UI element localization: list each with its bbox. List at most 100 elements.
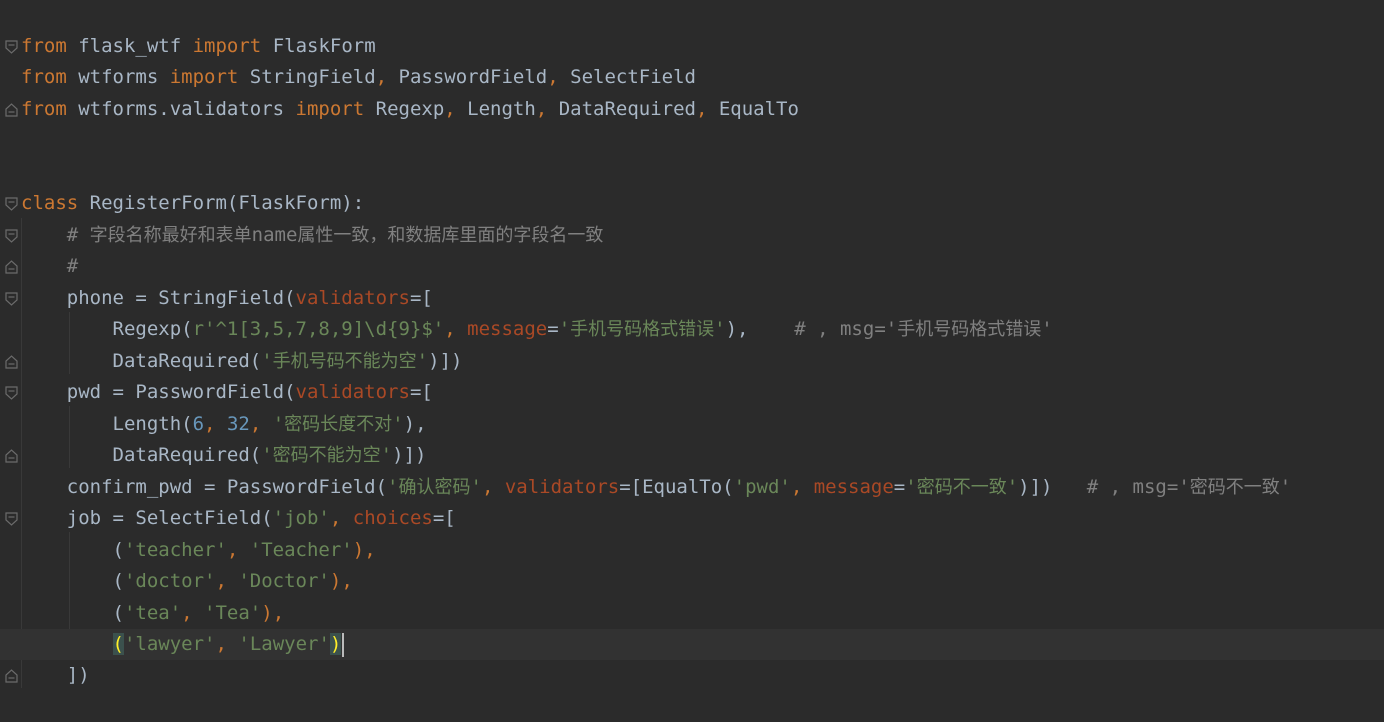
- matched-paren: (: [112, 633, 124, 655]
- code-line[interactable]: Regexp(r'^1[3,5,7,8,9]\d{9}$', message='…: [0, 314, 1384, 345]
- trailing-comma: ),: [352, 539, 376, 561]
- number: 6: [192, 413, 205, 435]
- code-line[interactable]: DataRequired('手机号码不能为空')]): [0, 346, 1384, 377]
- code-text: phone = StringField(: [21, 287, 296, 309]
- code-text: =[: [409, 381, 433, 403]
- code-text: )]): [392, 444, 427, 466]
- comma: ,: [215, 633, 239, 655]
- comma: ,: [444, 318, 468, 340]
- comment: 属性一致，和数据库里面的字段名一致: [297, 225, 604, 246]
- code-text: PasswordField: [387, 66, 548, 88]
- code-line[interactable]: job = SelectField('job', choices=[: [0, 503, 1384, 534]
- code-line[interactable]: ]): [0, 660, 1384, 691]
- string: ': [261, 350, 273, 372]
- comment: ': [1279, 476, 1292, 498]
- code-line[interactable]: pwd = PasswordField(validators=[: [0, 377, 1384, 408]
- code-line[interactable]: ('doctor', 'Doctor'),: [0, 566, 1384, 597]
- keyword: import: [192, 35, 262, 57]
- code-line[interactable]: class RegisterForm(FlaskForm):: [0, 188, 1384, 219]
- text-caret: [342, 632, 345, 657]
- comma: ,: [547, 66, 559, 88]
- string: 'Lawyer': [238, 633, 330, 655]
- comment: #: [21, 224, 90, 246]
- parameter: message: [813, 476, 894, 498]
- code-line[interactable]: ('tea', 'Tea'),: [0, 598, 1384, 629]
- current-code-line[interactable]: ('lawyer', 'Lawyer'): [0, 629, 1384, 660]
- parameter: validators: [295, 287, 410, 309]
- comma: ,: [444, 98, 456, 120]
- comma: ,: [215, 570, 239, 592]
- code-text: FlaskForm: [261, 35, 376, 57]
- code-line[interactable]: DataRequired('密码不能为空')]): [0, 440, 1384, 471]
- comma: ,: [226, 539, 250, 561]
- parameter: validators: [295, 381, 410, 403]
- code-text: ),: [403, 413, 427, 435]
- comma: ,: [249, 413, 273, 435]
- code-line[interactable]: from wtforms.validators import Regexp, L…: [0, 94, 1384, 125]
- string: 密码不能为空: [272, 445, 381, 466]
- matched-paren: ): [329, 633, 342, 655]
- code-text: Length(: [21, 413, 193, 435]
- code-text: Regexp: [364, 98, 445, 120]
- code-line[interactable]: phone = StringField(validators=[: [0, 283, 1384, 314]
- code-line[interactable]: #: [0, 251, 1384, 282]
- parameter: choices: [352, 507, 433, 529]
- string: 'Doctor': [238, 570, 330, 592]
- code-text: Regexp(: [21, 318, 193, 340]
- string: ': [470, 476, 482, 498]
- number: 32: [226, 413, 250, 435]
- code-text: RegisterForm(FlaskForm):: [78, 192, 365, 214]
- code-text: job = SelectField(: [21, 507, 273, 529]
- code-text: StringField: [238, 66, 376, 88]
- string: ': [272, 413, 285, 435]
- comma: ,: [204, 413, 227, 435]
- trailing-comma: ),: [329, 570, 353, 592]
- code-text: =[: [409, 287, 433, 309]
- string: 'doctor': [123, 570, 216, 592]
- code-line[interactable]: ('teacher', 'Teacher'),: [0, 535, 1384, 566]
- code-text: (: [21, 570, 124, 592]
- string: 'lawyer': [123, 633, 216, 655]
- code-line[interactable]: from wtforms import StringField, Passwor…: [0, 62, 1384, 93]
- string: 手机号码不能为空: [272, 351, 417, 372]
- comment: # , msg=': [1052, 476, 1190, 498]
- code-line[interactable]: from flask_wtf import FlaskForm: [0, 31, 1384, 62]
- code-line[interactable]: confirm_pwd = PasswordField('确认密码', vali…: [0, 472, 1384, 503]
- comma: ,: [329, 507, 353, 529]
- code-text: =: [547, 318, 559, 340]
- code-line[interactable]: # 字段名称最好和表单name属性一致，和数据库里面的字段名一致: [0, 220, 1384, 251]
- string: 确认密码: [398, 477, 471, 498]
- code-text: )]): [1018, 476, 1053, 498]
- comment: ': [1041, 318, 1053, 340]
- code-text: confirm_pwd = PasswordField(: [21, 476, 388, 498]
- string: ': [714, 318, 726, 340]
- comment: name: [251, 224, 298, 246]
- code-text: wtforms.validators: [66, 98, 296, 120]
- trailing-comma: ),: [261, 602, 285, 624]
- string: 'job': [272, 507, 330, 529]
- comment: # , msg=': [748, 318, 898, 340]
- code-text: =[: [432, 507, 456, 529]
- code-editor[interactable]: from flask_wtf import FlaskForm from wtf…: [0, 0, 1384, 722]
- code-line[interactable]: Length(6, 32, '密码长度不对'),: [0, 409, 1384, 440]
- comma: ,: [375, 66, 388, 88]
- string: ': [558, 318, 571, 340]
- string: ': [905, 476, 917, 498]
- comment: 密码不一致: [1189, 477, 1280, 498]
- string: 密码长度不对: [284, 414, 393, 435]
- keyword: import: [295, 98, 365, 120]
- code-text: flask_wtf: [66, 35, 193, 57]
- keyword: from: [21, 98, 67, 120]
- comma: ,: [535, 98, 548, 120]
- string: ': [380, 444, 393, 466]
- string: ': [261, 444, 273, 466]
- string: ': [392, 413, 404, 435]
- code-text: wtforms: [66, 66, 170, 88]
- keyword: from: [21, 66, 67, 88]
- code-text: (: [21, 602, 124, 624]
- comment: 字段名称最好和表单: [89, 225, 252, 246]
- code-text: ),: [725, 318, 749, 340]
- string: 密码不一致: [916, 477, 1007, 498]
- code-text: EqualTo: [707, 98, 799, 120]
- string: 'Teacher': [249, 539, 353, 561]
